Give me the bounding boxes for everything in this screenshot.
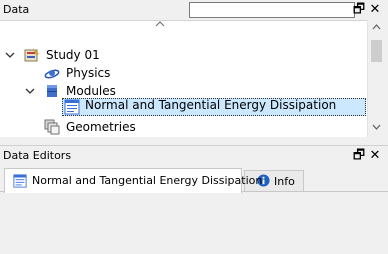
data-panel-title: Data [3, 3, 30, 16]
tree-item-label: Study 01 [46, 48, 100, 62]
tree-item-selected-module[interactable]: Normal and Tangential Energy Dissipation [62, 98, 366, 116]
tab-normal-tangential[interactable]: Normal and Tangential Energy Dissipation [4, 168, 262, 193]
chevron-down-icon[interactable] [4, 46, 16, 64]
tree-item-label: Geometries [66, 120, 136, 134]
editor-tabs: Normal and Tangential Energy Dissipation… [0, 166, 388, 193]
geometries-icon [44, 119, 60, 135]
physics-icon [44, 65, 60, 81]
tab-label: Info [274, 175, 295, 188]
data-search-input[interactable] [189, 2, 355, 18]
scroll-up-icon[interactable] [368, 20, 385, 37]
tree-item-label: Normal and Tangential Energy Dissipation [85, 98, 337, 112]
restore-icon[interactable]: 🗗 [352, 148, 366, 163]
scroll-up-hint-icon[interactable] [154, 21, 166, 29]
tree-scrollbar[interactable] [367, 20, 385, 137]
scroll-thumb[interactable] [371, 40, 382, 62]
tree-item-physics[interactable]: Physics [0, 64, 367, 82]
modules-icon [44, 83, 60, 99]
data-editors-header: Data Editors 🗗 ✕ [0, 145, 388, 166]
scroll-down-icon[interactable] [368, 120, 385, 137]
tab-label: Normal and Tangential Energy Dissipation [32, 174, 263, 187]
chevron-down-icon[interactable] [24, 82, 36, 100]
restore-icon[interactable]: 🗗 [352, 2, 366, 17]
editor-content-area [0, 191, 388, 254]
study-icon [24, 47, 40, 63]
close-icon[interactable]: ✕ [368, 2, 382, 17]
close-icon[interactable]: ✕ [368, 148, 382, 163]
data-panel-header: Data 🗗 ✕ [0, 0, 388, 20]
tree-item-study[interactable]: Study 01 [0, 46, 367, 64]
tree-item-label: Physics [66, 66, 111, 80]
data-editors-title: Data Editors [3, 149, 72, 162]
document-icon [13, 173, 27, 197]
tree-item-geometries[interactable]: Geometries [0, 118, 367, 136]
document-icon [64, 99, 80, 115]
